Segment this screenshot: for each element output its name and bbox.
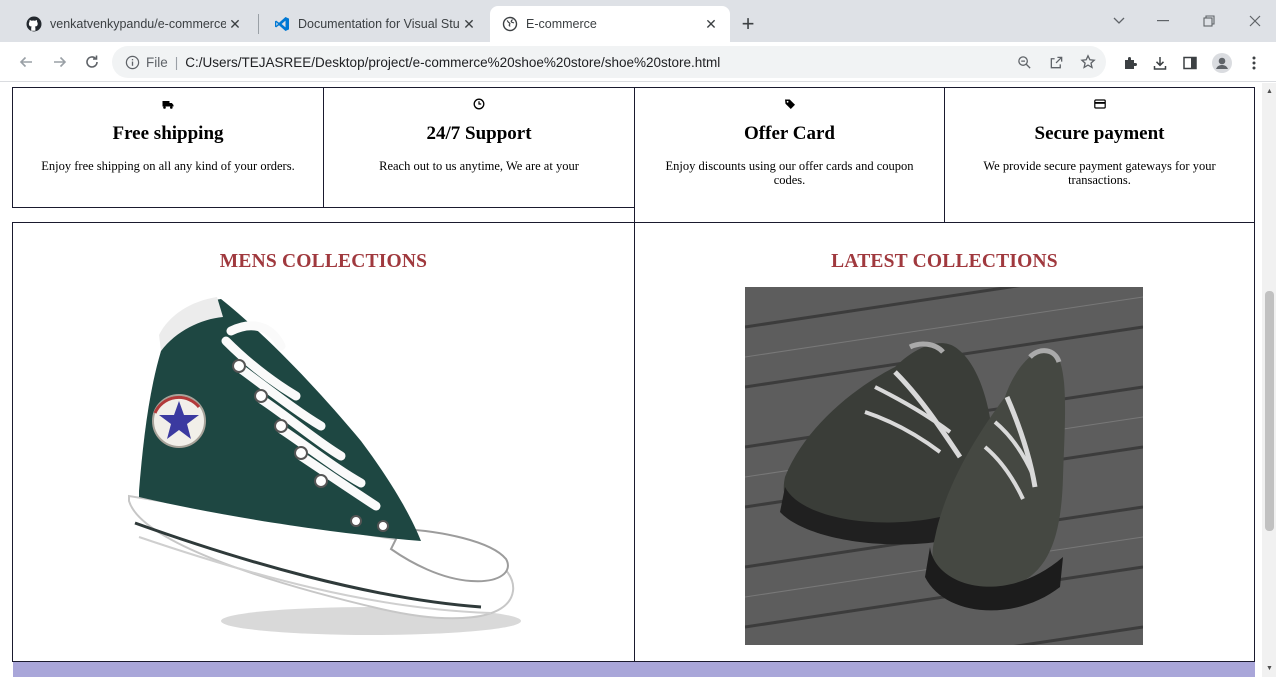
latest-collection-card[interactable]: LATEST COLLECTIONS [634,222,1255,662]
minimize-button[interactable] [1148,8,1178,34]
tab-ecommerce[interactable]: E-commerce ✕ [490,6,730,42]
sneaker-image[interactable] [121,291,529,641]
browser-toolbar: File | C:/Users/TEJASREE/Desktop/project… [0,42,1276,82]
side-panel-icon[interactable] [1178,51,1202,75]
new-tab-button[interactable]: + [736,11,760,36]
feature-title: Offer Card [744,123,835,144]
download-icon[interactable] [1148,51,1172,75]
feature-free-shipping: Free shipping Enjoy free shipping on all… [12,87,324,208]
share-icon[interactable] [1044,50,1068,74]
arrow-right-icon [54,56,67,68]
bookmark-star-icon[interactable] [1076,50,1100,74]
url-text: C:/Users/TEJASREE/Desktop/project/e-comm… [185,54,721,70]
close-icon[interactable]: ✕ [226,15,244,33]
url-scheme: File [146,54,168,70]
collection-title: LATEST COLLECTIONS [831,251,1058,272]
feature-text: Reach out to us anytime, We are at your [379,159,579,173]
arrow-left-icon [19,56,32,68]
tab-strip: venkatvenkypandu/e-commerce ✕ Documentat… [0,0,1276,42]
reload-button[interactable] [80,50,104,74]
feature-offer-card: Offer Card Enjoy discounts using our off… [634,87,945,223]
hiking-shoes-image[interactable] [745,287,1143,645]
feature-title: Secure payment [1034,123,1165,144]
extensions-icon[interactable] [1118,51,1142,75]
scroll-down-icon[interactable]: ▼ [1265,663,1274,673]
collection-title: MENS COLLECTIONS [219,251,428,272]
forward-button[interactable] [48,50,72,74]
tab-title: Documentation for Visual Studio [298,17,460,31]
info-icon[interactable] [124,54,140,70]
url-separator: | [174,54,179,70]
mens-collection-card[interactable]: MENS COLLECTIONS [12,222,635,662]
restore-button[interactable] [1194,8,1224,34]
feature-support: 24/7 Support Reach out to us anytime, We… [323,87,635,208]
tab-divider [258,14,259,34]
vscode-icon [274,16,290,32]
close-icon[interactable]: ✕ [702,15,720,33]
address-bar[interactable]: File | C:/Users/TEJASREE/Desktop/project… [112,46,1106,78]
tab-vscode-docs[interactable]: Documentation for Visual Studio ✕ [262,6,488,42]
tab-title: E-commerce [526,17,597,31]
scroll-up-icon[interactable]: ▲ [1265,86,1274,96]
tab-github[interactable]: venkatvenkypandu/e-commerce ✕ [14,6,254,42]
tag-icon [784,99,795,109]
page-scrollbar[interactable]: ▲ ▼ [1262,83,1276,677]
footer-band [13,662,1255,677]
globe-icon [502,16,518,32]
tab-title: venkatvenkypandu/e-commerce [50,17,226,31]
credit-card-icon [1093,99,1106,109]
menu-kebab-icon[interactable] [1242,51,1266,75]
feature-title: 24/7 Support [426,123,532,144]
feature-title: Free shipping [112,123,224,144]
scrollbar-thumb[interactable] [1265,291,1274,531]
tab-search-icon[interactable] [1104,8,1134,34]
truck-icon [162,101,174,109]
clock-icon [473,98,485,110]
page-viewport: Free shipping Enjoy free shipping on all… [0,83,1262,677]
zoom-icon[interactable] [1012,50,1036,74]
back-button[interactable] [14,50,38,74]
feature-text: We provide secure payment gateways for y… [983,159,1216,187]
feature-secure-payment: Secure payment We provide secure payment… [944,87,1255,223]
close-icon[interactable]: ✕ [460,15,478,33]
feature-text: Enjoy free shipping on all any kind of y… [41,159,295,173]
reload-icon [86,55,98,68]
feature-text: Enjoy discounts using our offer cards an… [665,159,914,187]
close-window-button[interactable] [1240,8,1270,34]
profile-avatar-icon[interactable] [1210,51,1234,75]
github-icon [26,16,42,32]
